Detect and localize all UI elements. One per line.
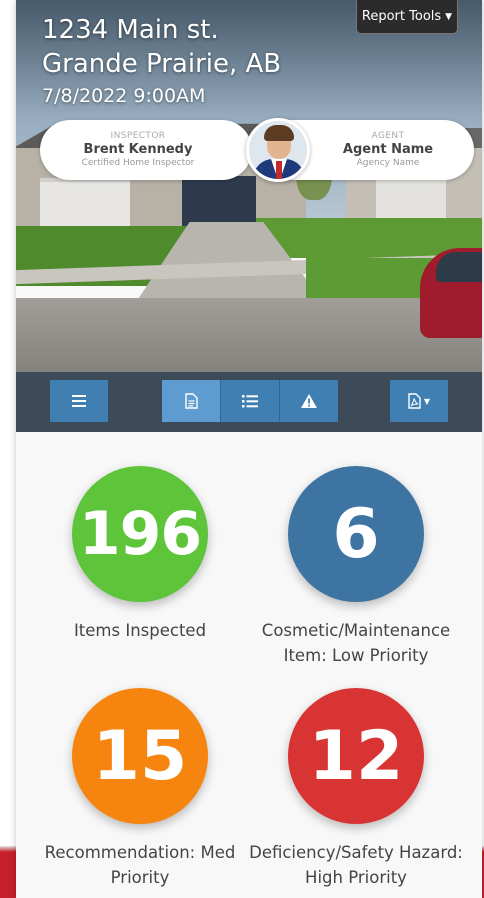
summary-view-button[interactable] — [162, 380, 220, 422]
inspection-datetime: 7/8/2022 9:00AM — [42, 85, 206, 107]
menu-button[interactable] — [50, 380, 108, 422]
list-icon — [242, 394, 258, 407]
stat-value: 6 — [332, 494, 380, 574]
pdf-icon — [408, 393, 421, 409]
agent-role: AGENT — [371, 131, 405, 141]
stat-label: Deficiency/Safety Hazard: High Priority — [241, 840, 471, 890]
stat-label-line2: Priority — [110, 868, 170, 887]
pdf-export-button[interactable]: ▼ — [390, 380, 448, 422]
inspector-title: Certified Home Inspector — [81, 158, 195, 168]
warning-icon — [301, 394, 317, 408]
stat-circle: 15 — [72, 688, 208, 824]
list-view-button[interactable] — [220, 380, 279, 422]
stat-circle: 12 — [288, 688, 424, 824]
report-tools-label: Report Tools — [361, 9, 442, 24]
stat-circle: 6 — [288, 466, 424, 602]
stat-med-priority[interactable]: 15 Recommendation: Med Priority — [25, 688, 255, 890]
stat-label-line1: Deficiency/Safety Hazard: — [249, 843, 463, 862]
stat-circle: 196 — [72, 466, 208, 602]
stat-label: Recommendation: Med Priority — [25, 840, 255, 890]
caret-down-icon: ▼ — [423, 396, 431, 406]
stat-value: 15 — [92, 716, 188, 796]
caret-down-icon: ▼ — [445, 11, 453, 22]
document-icon — [184, 393, 198, 409]
agent-name: Agent Name — [342, 142, 434, 157]
address-line2: Grande Prairie, AB — [42, 49, 282, 79]
agent-agency: Agency Name — [356, 158, 420, 168]
inspector-card: INSPECTOR Brent Kennedy Certified Home I… — [40, 120, 252, 180]
deficiencies-view-button[interactable] — [279, 380, 338, 422]
report-tools-button[interactable]: Report Tools ▼ — [356, 0, 458, 34]
inspector-name: Brent Kennedy — [83, 142, 193, 157]
report-toolbar: ▼ — [16, 372, 482, 432]
inspector-role: INSPECTOR — [110, 131, 166, 141]
stat-label-line2: Item: Low Priority — [283, 646, 429, 665]
stat-label-line1: Items Inspected — [73, 621, 207, 640]
address-line1: 1234 Main st. — [42, 15, 219, 45]
property-photo: 1234 Main st. Grande Prairie, AB 7/8/202… — [16, 0, 482, 372]
stat-high-priority[interactable]: 12 Deficiency/Safety Hazard: High Priori… — [241, 688, 471, 890]
stat-label: Items Inspected — [25, 618, 255, 643]
stat-label: Cosmetic/Maintenance Item: Low Priority — [241, 618, 471, 668]
menu-icon — [72, 395, 86, 407]
stat-low-priority[interactable]: 6 Cosmetic/Maintenance Item: Low Priorit… — [241, 466, 471, 668]
stat-label-line2: High Priority — [305, 868, 407, 887]
stat-items-inspected[interactable]: 196 Items Inspected — [25, 466, 255, 643]
stat-label-line1: Recommendation: Med — [44, 843, 236, 862]
inspector-avatar — [246, 118, 310, 182]
stat-value: 12 — [308, 716, 404, 796]
report-page: 1234 Main st. Grande Prairie, AB 7/8/202… — [16, 0, 482, 898]
stat-value: 196 — [78, 499, 202, 569]
stat-label-line1: Cosmetic/Maintenance — [261, 621, 451, 640]
